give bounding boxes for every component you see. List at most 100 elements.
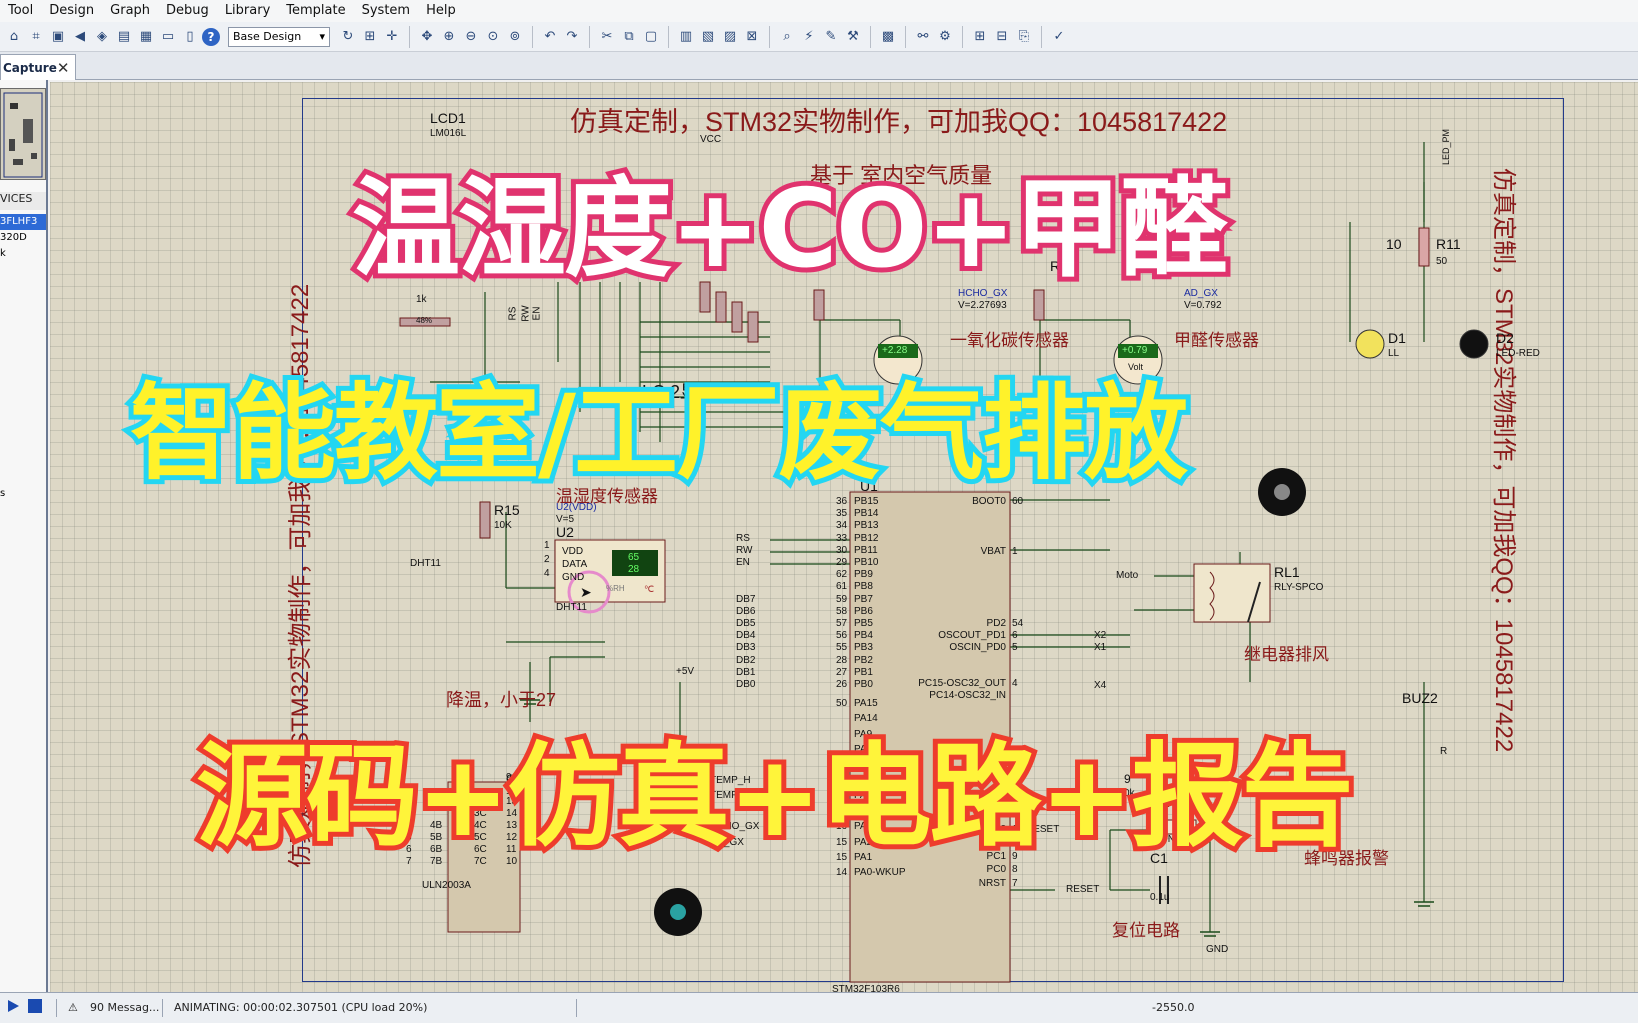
- moto-net: Moto: [1116, 570, 1139, 581]
- property-assign-icon[interactable]: ⚙: [935, 27, 955, 47]
- copy-icon[interactable]: ⧉: [619, 27, 639, 47]
- report-icon[interactable]: ▯: [180, 27, 200, 47]
- wire-autoroute-icon[interactable]: ⚡: [799, 27, 819, 47]
- device-list-item[interactable]: [0, 326, 46, 342]
- print-icon[interactable]: ▦: [136, 27, 156, 47]
- pick-icon[interactable]: ◈: [92, 27, 112, 47]
- back-icon[interactable]: ◀: [70, 27, 90, 47]
- mcu-pin-number: 54: [1012, 618, 1024, 629]
- menu-graph[interactable]: Graph: [102, 0, 158, 22]
- layer-select[interactable]: Base Design ▾: [228, 26, 330, 47]
- mcu-pin-number: 14: [836, 867, 848, 879]
- block-copy-icon[interactable]: ▥: [676, 27, 696, 47]
- toolbar-separator: [962, 25, 963, 48]
- refresh-icon[interactable]: ↻: [338, 27, 358, 47]
- menu-bar: Tool Design Graph Debug Library Template Syste…: [0, 0, 1638, 22]
- device-list-item[interactable]: [0, 342, 46, 358]
- mcu-pin-number: 29: [836, 557, 848, 568]
- dht-pin-num-4: 4: [544, 568, 550, 579]
- menu-debug[interactable]: Debug: [158, 0, 217, 22]
- device-list-item[interactable]: 320D: [0, 230, 46, 246]
- cut-icon[interactable]: ✂: [597, 27, 617, 47]
- device-list-item[interactable]: [0, 374, 46, 390]
- device-list-item[interactable]: [0, 390, 46, 406]
- proteus-window: Tool Design Graph Debug Library Template Syste…: [0, 0, 1638, 1023]
- device-list-item[interactable]: [0, 358, 46, 374]
- menu-template[interactable]: Template: [278, 0, 353, 22]
- device-list-item[interactable]: [0, 262, 46, 278]
- tool-icon[interactable]: ⚒: [843, 27, 863, 47]
- block-rotate-icon[interactable]: ▨: [720, 27, 740, 47]
- home-icon[interactable]: ⌂: [4, 27, 24, 47]
- mcu-pin-name: OSCIN_PD0: [949, 642, 1006, 653]
- device-list-item[interactable]: k: [0, 246, 46, 262]
- device-list-item[interactable]: [0, 422, 46, 438]
- menu-help[interactable]: Help: [418, 0, 464, 22]
- device-list-item[interactable]: [0, 470, 46, 486]
- property-icon[interactable]: ✎: [821, 27, 841, 47]
- devices-header: VICES: [0, 192, 46, 210]
- mcu-pin-number: 30: [836, 544, 848, 556]
- device-list-item[interactable]: [0, 454, 46, 470]
- messages-count[interactable]: 90 Messag...: [90, 1001, 159, 1014]
- tab-strip: Capture ✕: [0, 52, 1638, 80]
- schematic-icon[interactable]: ▩: [878, 27, 898, 47]
- zoom-in-icon[interactable]: ⊕: [439, 27, 459, 47]
- search-tag-icon[interactable]: ⚯: [913, 27, 933, 47]
- overlay-title-sensors: 温湿度+CO+甲醛: [347, 162, 1233, 297]
- tab-schematic-capture[interactable]: Capture ✕: [0, 54, 76, 80]
- paste-icon[interactable]: ▢: [641, 27, 661, 47]
- device-list-item[interactable]: s: [0, 486, 46, 502]
- delete-sheet-icon[interactable]: ⊟: [992, 27, 1012, 47]
- dht-ref: U2: [556, 524, 574, 540]
- left-panel: VICES 3FLHF3 320D k s: [0, 80, 48, 992]
- help-icon[interactable]: ?: [202, 27, 220, 46]
- close-icon[interactable]: ✕: [57, 59, 70, 77]
- toolbar-separator: [589, 25, 590, 48]
- mcu-pin-name: PB0: [854, 679, 873, 690]
- device-list-item[interactable]: [0, 438, 46, 454]
- block-move-icon[interactable]: ▧: [698, 27, 718, 47]
- play-icon[interactable]: [6, 999, 20, 1013]
- pan-icon[interactable]: ✥: [417, 27, 437, 47]
- device-list-item[interactable]: 3FLHF3: [0, 214, 46, 230]
- zoom-area-icon[interactable]: ⊚: [505, 27, 525, 47]
- device-list-item[interactable]: [0, 310, 46, 326]
- component-icon[interactable]: ▣: [48, 27, 68, 47]
- overlay-title-application: 智能教室/工厂废气排放: [125, 367, 1193, 499]
- new-sheet-icon[interactable]: ⊞: [970, 27, 990, 47]
- toolbar-separator: [870, 25, 871, 48]
- block-delete-icon[interactable]: ⊠: [742, 27, 762, 47]
- mcu-pin-name: PB14: [854, 508, 879, 520]
- stop-icon[interactable]: [28, 999, 42, 1013]
- mcu-pin-number: 26: [836, 679, 848, 690]
- netlist-icon[interactable]: ⌗: [26, 27, 46, 47]
- bom-icon[interactable]: ▭: [158, 27, 178, 47]
- device-list-item[interactable]: [0, 294, 46, 310]
- search-icon[interactable]: ⌕: [777, 27, 797, 47]
- buzzer-r: R: [1440, 746, 1448, 757]
- menu-library[interactable]: Library: [217, 0, 278, 22]
- mcu-pin-name: PB12: [854, 532, 879, 544]
- menu-design[interactable]: Design: [41, 0, 102, 22]
- navigate-icon[interactable]: ⎘: [1014, 27, 1034, 47]
- zoom-all-icon[interactable]: ⊙: [483, 27, 503, 47]
- dht-pin-num-2: 2: [544, 554, 550, 565]
- grid-icon[interactable]: ⊞: [360, 27, 380, 47]
- overview-window[interactable]: [0, 88, 46, 180]
- mcu-pin-number: 56: [836, 630, 848, 642]
- device-list-item[interactable]: [0, 406, 46, 422]
- origin-icon[interactable]: ✛: [382, 27, 402, 47]
- r15-ref: R15: [494, 502, 520, 518]
- mcu-pin-name: VBAT: [980, 546, 1006, 557]
- redo-icon[interactable]: ↷: [562, 27, 582, 47]
- undo-icon[interactable]: ↶: [540, 27, 560, 47]
- device-list-item[interactable]: [0, 278, 46, 294]
- d2-ref: D2: [1496, 330, 1514, 346]
- annotate-icon[interactable]: ✓: [1049, 27, 1069, 47]
- mcu-pin-number: 35: [836, 508, 848, 520]
- menu-tool[interactable]: Tool: [0, 0, 41, 22]
- menu-system[interactable]: System: [354, 0, 418, 22]
- save-icon[interactable]: ▤: [114, 27, 134, 47]
- zoom-out-icon[interactable]: ⊖: [461, 27, 481, 47]
